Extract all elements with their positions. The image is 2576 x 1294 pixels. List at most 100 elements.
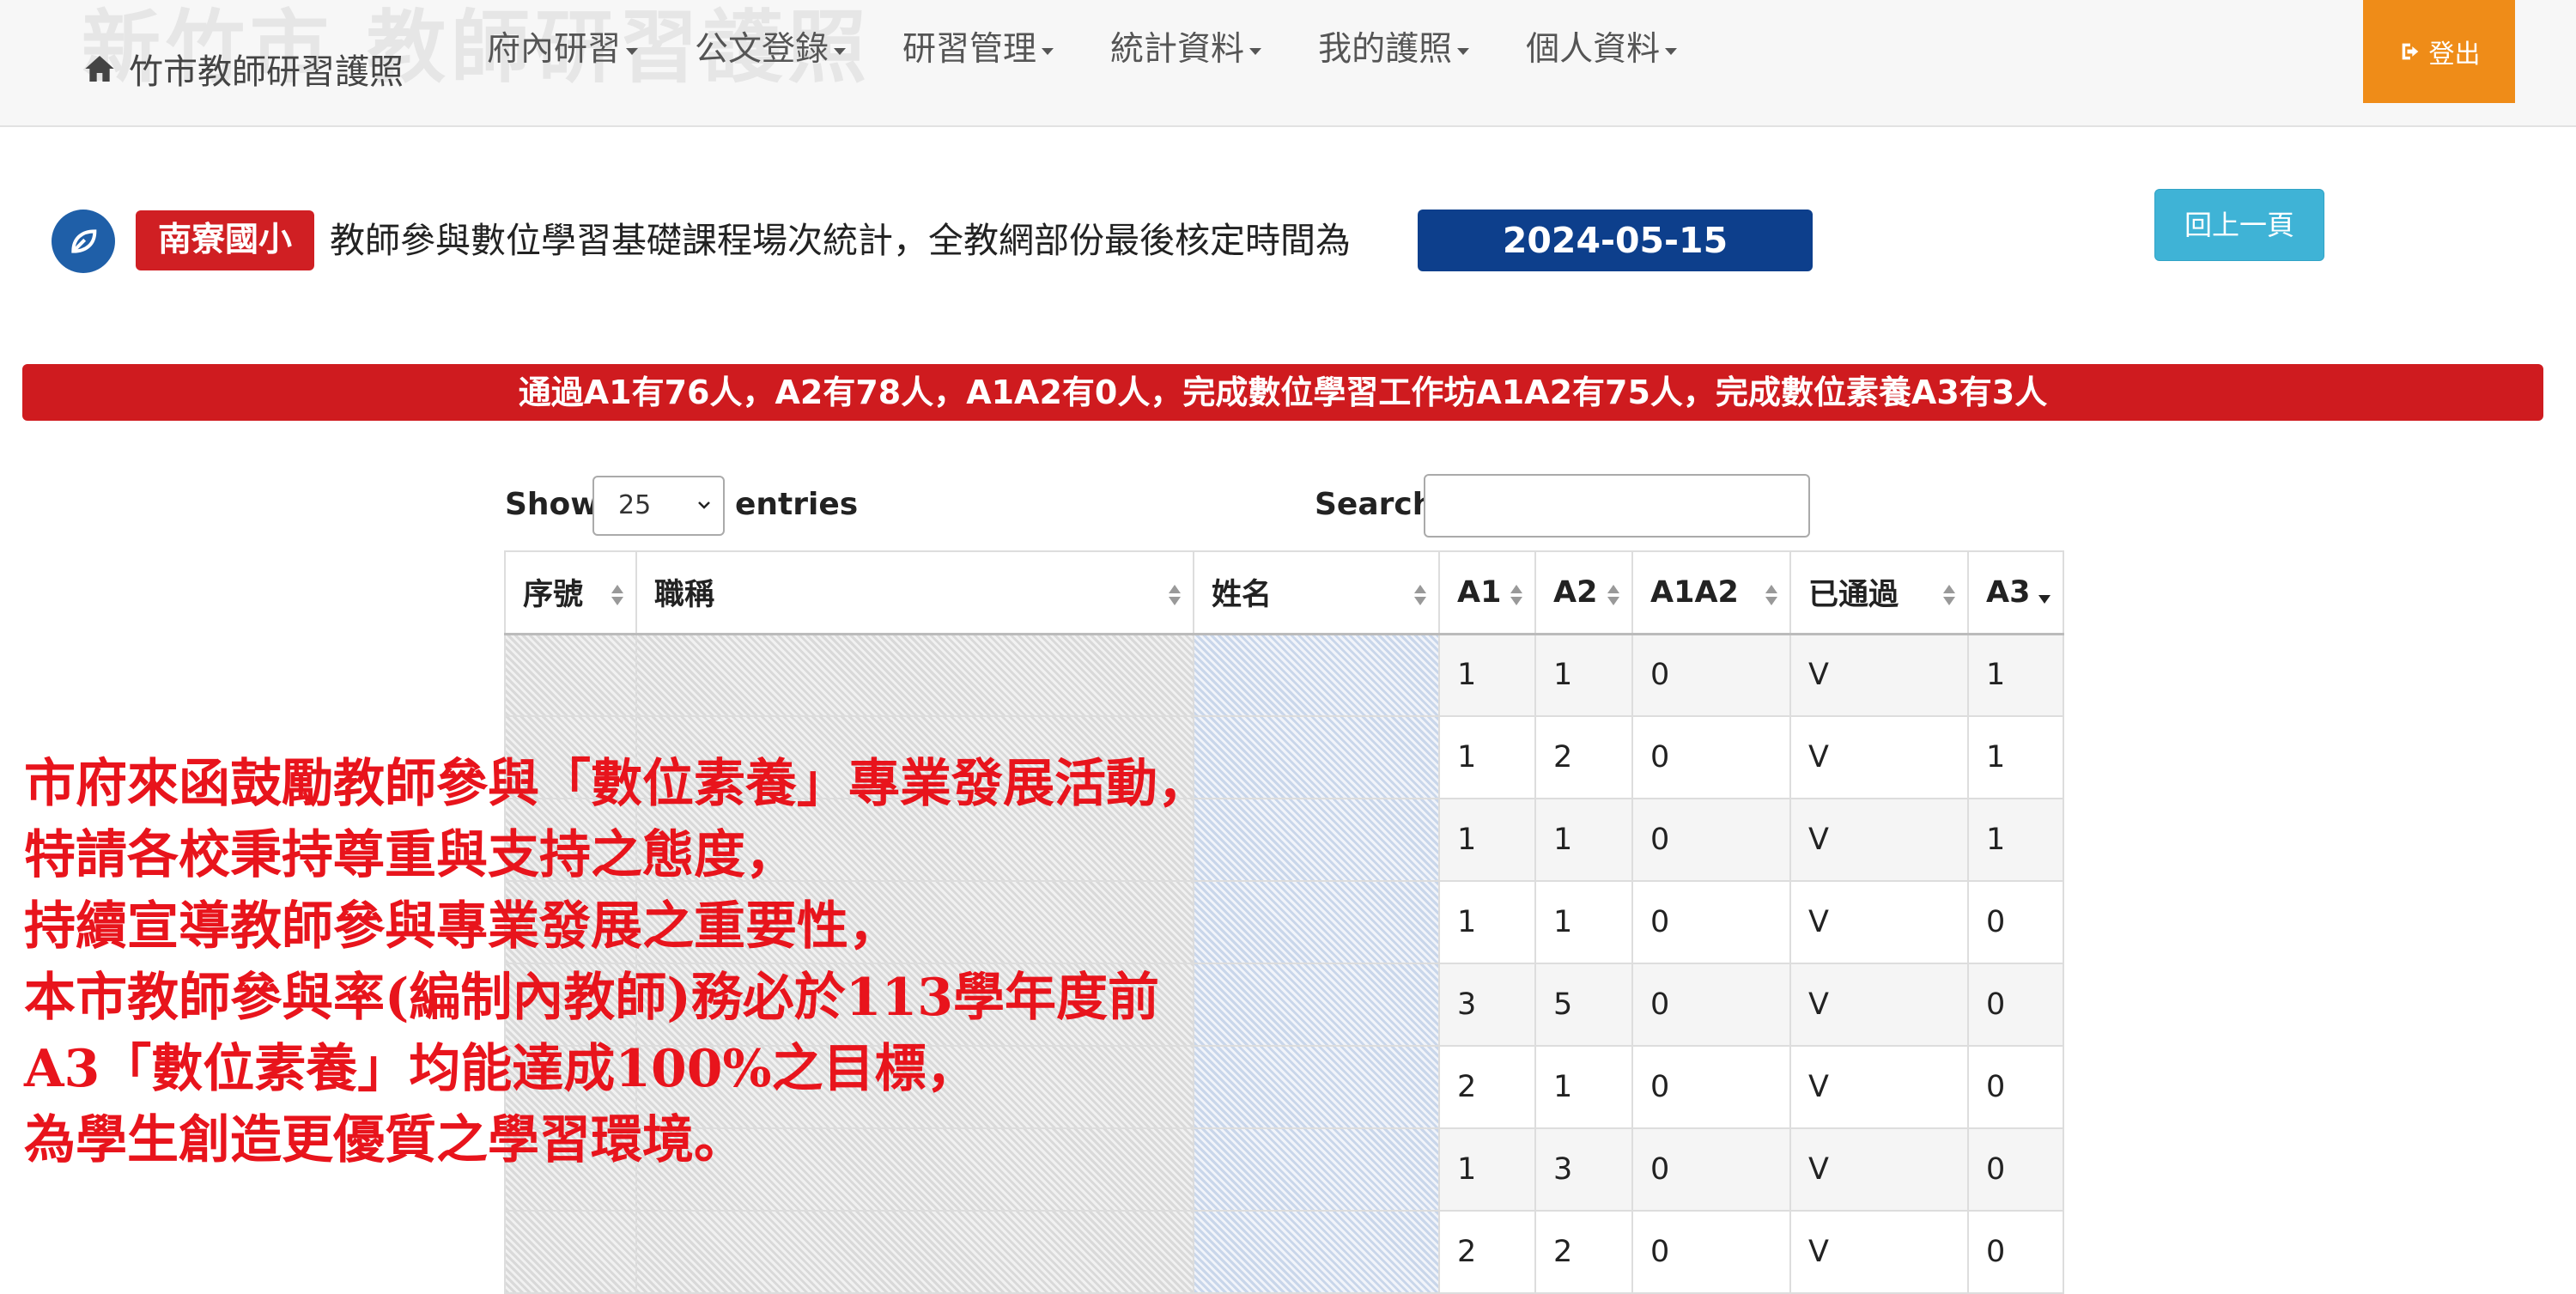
announcement-line: A3「數位素養」均能達成100%之目標， [24, 1039, 978, 1099]
cell-a2: 2 [1534, 1210, 1633, 1294]
sign-out-icon [2402, 43, 2418, 60]
cell-a1a2: 0 [1631, 880, 1791, 964]
cell-a3: 0 [1967, 1210, 2064, 1294]
cell-a3: 1 [1967, 798, 2064, 882]
cell-passed: V [1789, 798, 1969, 882]
brand-home-link[interactable]: 竹市教師研習護照 [82, 43, 404, 94]
sort-icon [1510, 585, 1522, 605]
cell-passed: V [1789, 1127, 1969, 1212]
col-header-serial[interactable]: 序號 [504, 550, 637, 635]
announcement-line: 市府來函鼓勵教師參與「數位素養」專業發展活動， [24, 754, 1209, 814]
cell-a2: 1 [1534, 798, 1633, 882]
sort-icon [1943, 585, 1955, 605]
search-input[interactable] [1424, 474, 1810, 538]
chevron-down-icon [698, 501, 710, 509]
cell-a1: 1 [1438, 633, 1536, 717]
cell-a1a2: 0 [1631, 633, 1791, 717]
cell-a3: 0 [1967, 1045, 2064, 1129]
main-menu: 府內研習 公文登錄 研習管理 統計資料 我的護照 個人資料 [487, 24, 1734, 76]
menu-training-management[interactable]: 研習管理 [902, 24, 1054, 76]
show-label: Show [505, 487, 599, 522]
col-header-passed[interactable]: 已通過 [1789, 550, 1969, 635]
menu-statistics[interactable]: 統計資料 [1110, 24, 1262, 76]
menu-in-house-training[interactable]: 府內研習 [487, 24, 639, 76]
menu-document-registration[interactable]: 公文登錄 [695, 24, 847, 76]
stats-description: 教師參與數位學習基礎課程場次統計，全教網部份最後核定時間為 [330, 220, 1351, 261]
announcement-overlay: 市府來函鼓勵教師參與「數位素養」專業發展活動， 特請各校秉持尊重與支持之態度， … [24, 749, 1449, 1176]
cell-a1: 2 [1438, 1210, 1536, 1294]
summary-banner: 通過A1有76人，A2有78人，A1A2有0人，完成數位學習工作坊A1A2有75… [22, 364, 2543, 421]
caret-down-icon [1457, 47, 1470, 55]
sort-desc-icon [2038, 595, 2050, 604]
redacted-cell [504, 1210, 637, 1294]
table-row: 220V0 [504, 1210, 2064, 1294]
cell-a2: 3 [1534, 1127, 1633, 1212]
top-navbar: 新竹市 教師研習護照 竹市教師研習護照 府內研習 公文登錄 研習管理 統計資料 … [0, 0, 2576, 127]
sort-icon [1765, 585, 1777, 605]
sort-icon [1414, 585, 1426, 605]
announcement-line: 特請各校秉持尊重與支持之態度， [24, 825, 797, 885]
cell-passed: V [1789, 963, 1969, 1047]
cell-a1a2: 0 [1631, 1127, 1791, 1212]
redacted-cell [504, 633, 637, 717]
col-header-a3[interactable]: A3 [1967, 550, 2064, 635]
sort-icon [1169, 585, 1181, 605]
entries-select-value: 25 [618, 490, 652, 520]
verification-timestamp-badge: 2024-05-15 09:58:30 [1418, 210, 1813, 323]
cell-a3: 0 [1967, 880, 2064, 964]
cell-passed: V [1789, 1045, 1969, 1129]
announcement-line: 持續宣導教師參與專業發展之重要性， [24, 896, 900, 957]
cell-a1: 1 [1438, 880, 1536, 964]
brand-title: 竹市教師研習護照 [129, 52, 404, 92]
sort-icon [611, 585, 623, 605]
redacted-cell [1193, 633, 1440, 717]
cell-a2: 2 [1534, 715, 1633, 799]
cell-a1a2: 0 [1631, 1045, 1791, 1129]
menu-my-passport[interactable]: 我的護照 [1318, 24, 1470, 76]
back-button[interactable]: 回上一頁 [2154, 189, 2324, 261]
cell-a3: 1 [1967, 633, 2064, 717]
col-header-title[interactable]: 職稱 [635, 550, 1194, 635]
logout-button[interactable]: 登出 [2363, 0, 2515, 103]
col-header-a1[interactable]: A1 [1438, 550, 1536, 635]
announcement-line: 為學生創造更優質之學習環境。 [24, 1110, 745, 1170]
cell-a1a2: 0 [1631, 715, 1791, 799]
cell-a3: 0 [1967, 1127, 2064, 1212]
cell-a1: 3 [1438, 963, 1536, 1047]
caret-down-icon [1042, 47, 1054, 55]
cell-a2: 1 [1534, 880, 1633, 964]
sort-icon [1607, 585, 1619, 605]
cell-a2: 5 [1534, 963, 1633, 1047]
cell-a1a2: 0 [1631, 1210, 1791, 1294]
entries-label: entries [735, 487, 859, 522]
table-row: 110V1 [504, 633, 2064, 717]
redacted-cell [1193, 1210, 1440, 1294]
col-header-name[interactable]: 姓名 [1193, 550, 1440, 635]
cell-a2: 1 [1534, 1045, 1633, 1129]
cell-a3: 1 [1967, 715, 2064, 799]
leaf-icon [52, 210, 115, 273]
home-icon [85, 56, 114, 82]
cell-passed: V [1789, 715, 1969, 799]
cell-passed: V [1789, 880, 1969, 964]
col-header-a2[interactable]: A2 [1534, 550, 1633, 635]
announcement-line: 本市教師參與率(編制內教師)務必於113學年度前 [24, 968, 1160, 1028]
entries-per-page-select[interactable]: 25 [592, 476, 725, 536]
cell-passed: V [1789, 1210, 1969, 1294]
col-header-a1a2[interactable]: A1A2 [1631, 550, 1791, 635]
caret-down-icon [1249, 47, 1262, 55]
menu-personal-info[interactable]: 個人資料 [1526, 24, 1678, 76]
cell-a1a2: 0 [1631, 798, 1791, 882]
cell-a1: 2 [1438, 1045, 1536, 1129]
school-name-badge: 南寮國小 [136, 210, 315, 270]
cell-a2: 1 [1534, 633, 1633, 717]
cell-a1: 1 [1438, 1127, 1536, 1212]
cell-a3: 0 [1967, 963, 2064, 1047]
caret-down-icon [626, 47, 639, 55]
caret-down-icon [1665, 47, 1678, 55]
caret-down-icon [834, 47, 847, 55]
cell-a1: 1 [1438, 798, 1536, 882]
redacted-cell [635, 1210, 1194, 1294]
cell-a1: 1 [1438, 715, 1536, 799]
redacted-cell [635, 633, 1194, 717]
